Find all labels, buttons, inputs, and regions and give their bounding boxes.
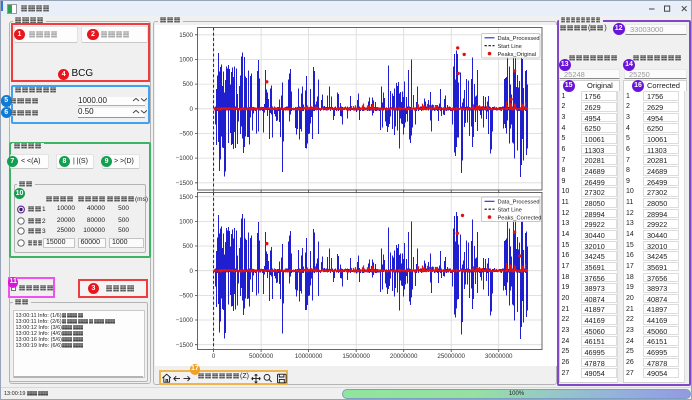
svg-text:Start Line: Start Line: [498, 207, 522, 213]
svg-text:0: 0: [212, 353, 216, 360]
svg-text:500: 500: [183, 81, 194, 88]
svg-text:−500: −500: [179, 293, 193, 300]
svg-text:500: 500: [183, 243, 194, 250]
svg-text:20000000: 20000000: [390, 353, 418, 360]
svg-text:−1000: −1000: [176, 155, 194, 162]
svg-text:Start Line: Start Line: [498, 44, 522, 50]
svg-text:1500: 1500: [179, 194, 193, 201]
svg-text:1500: 1500: [179, 32, 193, 39]
svg-text:Peaks_Corrected: Peaks_Corrected: [498, 215, 542, 221]
svg-text:Data_Processed: Data_Processed: [498, 200, 540, 206]
svg-text:10000000: 10000000: [295, 353, 323, 360]
svg-text:30000000: 30000000: [485, 353, 513, 360]
svg-text:−1000: −1000: [176, 317, 194, 324]
svg-text:−500: −500: [179, 131, 193, 138]
svg-text:1000: 1000: [179, 219, 193, 226]
svg-text:1000: 1000: [179, 57, 193, 64]
svg-text:Data_Processed: Data_Processed: [498, 36, 540, 42]
svg-text:25000000: 25000000: [437, 353, 465, 360]
svg-text:15000000: 15000000: [342, 353, 370, 360]
svg-text:Peaks_Original: Peaks_Original: [498, 52, 537, 58]
svg-text:−1500: −1500: [176, 342, 194, 349]
svg-text:0: 0: [190, 268, 194, 275]
svg-text:0: 0: [190, 106, 194, 113]
svg-text:5000000: 5000000: [249, 353, 274, 360]
svg-text:−1500: −1500: [176, 180, 194, 187]
